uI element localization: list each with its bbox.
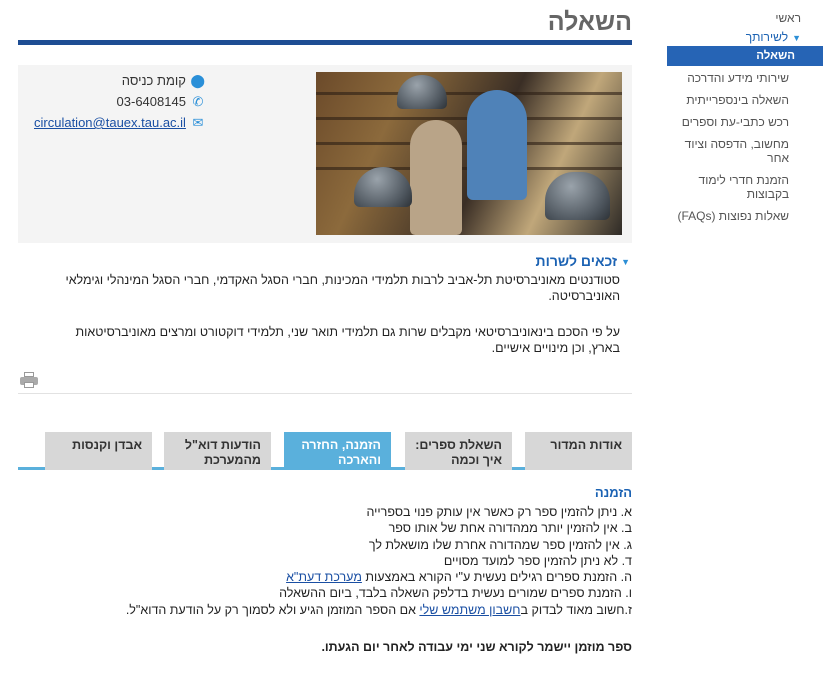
email-row: ✉ circulation@tauex.tau.ac.il — [34, 112, 205, 133]
tab-about[interactable]: אודות המדור — [525, 432, 632, 470]
location-row: ⬤ קומת כניסה — [34, 70, 205, 91]
sidebar-item-study-rooms[interactable]: הזמנת חדרי לימוד בקבוצות — [667, 173, 817, 201]
sidebar-home-link[interactable]: ראשי — [667, 8, 817, 28]
map-pin-icon: ⬤ — [190, 73, 205, 88]
sidebar-item-computing-printing[interactable]: מחשוב, הדפסה וציוד אחר — [667, 137, 817, 165]
list-item: ה. הזמנת ספרים רגילים נעשית ע"י הקורא בא… — [18, 569, 632, 585]
triangle-down-icon: ▼ — [792, 33, 801, 43]
rules-list: א. ניתן להזמין ספר רק כאשר אין עותק פנוי… — [18, 504, 632, 618]
sidebar-item-list: שירותי מידע והדרכה השאלה בינספרייתית רכש… — [667, 71, 817, 223]
my-account-link[interactable]: חשבון משתמש שלי — [419, 603, 520, 617]
list-item: ג. אין להזמין ספר שמהדורה אחרת שלו מושאל… — [368, 537, 632, 552]
rights-paragraph-1: סטודנטים מאוניברסיטת תל-אביב לרבות תלמיד… — [65, 273, 620, 303]
list-item-text: אם הספר המוזמן הגיע ולא לסמוך רק על הודע… — [125, 602, 420, 617]
info-box: ⬤ קומת כניסה ✆ 03-6408145 ✉ circulation@tau… — [18, 65, 632, 243]
triangle-down-icon: ▼ — [621, 257, 630, 268]
sidebar-item-info-services[interactable]: שירותי מידע והדרכה — [667, 71, 817, 85]
page-title: השאלה — [547, 8, 632, 36]
sidebar-item-faq[interactable]: שאלות נפוצות (FAQs) — [667, 209, 817, 223]
phone-text: 03-6408145 — [116, 94, 186, 109]
tab-reserve-return-renew[interactable]: הזמנה, החזרה והארכה — [284, 432, 391, 470]
main-content: השאלה ⬤ קומת כניסה ✆ 03-6408145 ✉ circulati… — [18, 0, 632, 654]
print-row — [18, 368, 632, 394]
sidebar-item-loans-active[interactable]: השאלה — [667, 46, 823, 66]
list-item: א. ניתן להזמין ספר רק כאשר אין עותק פנוי… — [366, 505, 632, 519]
list-item: ו. הזמנת ספרים שמורים נעשית בדלפק השאלה … — [279, 586, 632, 601]
library-photo — [316, 72, 622, 235]
sidebar-item-interlibrary-loan[interactable]: השאלה בינספרייתית — [667, 93, 817, 107]
tab-borrowing[interactable]: השאלת ספרים: איך וכמה — [405, 432, 512, 470]
phone-icon: ✆ — [192, 94, 204, 109]
sidebar-item-acquisitions[interactable]: רכש כתבי-עת וספרים — [667, 115, 817, 129]
rights-heading[interactable]: ▼זכאים לשרות — [18, 252, 632, 270]
tab-loss-fines[interactable]: אבדן וקנסות — [45, 432, 152, 470]
daat-system-link[interactable]: מערכת דעת"א — [286, 570, 362, 584]
reservation-note: ספר מוזמן יישמר לקורא שני ימי עבודה לאחר… — [321, 640, 632, 655]
title-divider — [18, 40, 632, 45]
content-heading: הזמנה — [594, 485, 632, 500]
tab-email-notices[interactable]: הודעות דוא"ל מהמערכת — [164, 432, 271, 470]
contact-details: ⬤ קומת כניסה ✆ 03-6408145 ✉ circulation@tau… — [34, 70, 205, 133]
tab-bar: אודות המדור השאלת ספרים: איך וכמה הזמנה,… — [18, 432, 632, 470]
sidebar-section-header[interactable]: ▼לשירותך — [667, 28, 817, 46]
location-text: קומת כניסה — [121, 73, 186, 88]
tab-content: הזמנה א. ניתן להזמין ספר רק כאשר אין עות… — [18, 470, 632, 654]
rights-heading-text: זכאים לשרות — [535, 253, 618, 269]
sidebar: ראשי ▼לשירותך השאלה שירותי מידע והדרכה ה… — [667, 8, 823, 223]
envelope-icon: ✉ — [192, 115, 204, 130]
list-item-text: ה. הזמנת ספרים רגילים נעשית ע"י הקורא בא… — [361, 570, 632, 585]
list-item: ז.חשוב מאוד לבדוק בחשבון משתמש שלי אם הס… — [18, 602, 632, 618]
list-item: ב. אין להזמין יותר ממהדורה אחת של אותו ס… — [388, 521, 632, 536]
phone-row: ✆ 03-6408145 — [34, 91, 205, 112]
rights-paragraph-2: על פי הסכם בינאוניברסיטאי מקבלים שרות גם… — [75, 325, 620, 355]
list-item-text: ז.חשוב מאוד לבדוק ב — [520, 602, 633, 617]
email-link[interactable]: circulation@tauex.tau.ac.il — [34, 115, 186, 130]
sidebar-section-label: לשירותך — [745, 30, 789, 44]
printer-icon[interactable] — [20, 372, 38, 388]
list-item: ד. לא ניתן להזמין ספר למועד מסויים — [443, 553, 632, 568]
